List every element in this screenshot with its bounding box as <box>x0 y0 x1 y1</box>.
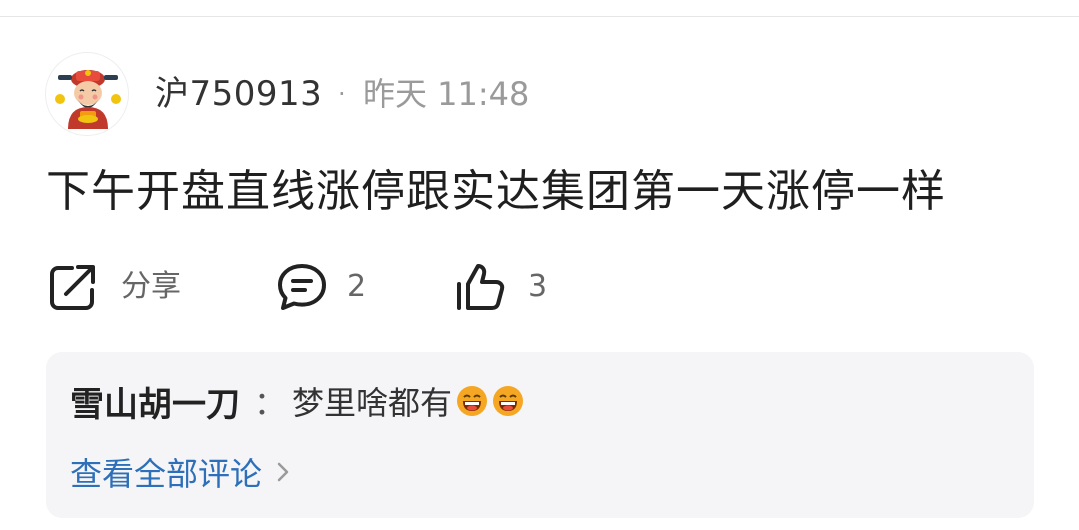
meta-separator: · <box>338 80 346 108</box>
view-all-comments-label: 查看全部评论 <box>70 455 263 493</box>
comment-button[interactable]: 2 <box>276 262 366 312</box>
comment-author[interactable]: 雪山胡一刀 <box>70 377 240 426</box>
share-label: 分享 <box>121 269 181 304</box>
share-button[interactable]: 分享 <box>48 262 181 312</box>
laughing-emoji-icon <box>457 386 488 416</box>
share-icon <box>50 265 95 310</box>
like-count: 3 <box>528 269 548 304</box>
username[interactable]: 沪750913 <box>155 72 322 116</box>
thumbs-up-icon <box>457 264 505 310</box>
comment-count: 2 <box>347 269 367 304</box>
top-divider <box>0 16 1079 17</box>
comment-item[interactable]: 雪山胡一刀 ： 梦里啥都有 <box>70 376 524 426</box>
laughing-emoji-icon <box>493 386 524 416</box>
post-content[interactable]: 下午开盘直线涨停跟实达集团第一天涨停一样 <box>46 164 946 220</box>
like-button[interactable]: 3 <box>454 262 547 312</box>
chevron-right-icon <box>277 462 289 482</box>
view-all-comments-link[interactable]: 查看全部评论 <box>70 448 290 496</box>
user-avatar[interactable] <box>45 52 129 136</box>
comments-preview: 雪山胡一刀 ： 梦里啥都有 查看全部评论 <box>46 352 1034 518</box>
comment-colon: ： <box>254 384 287 422</box>
post-card: 沪750913 · 昨天 11:48 下午开盘直线涨停跟实达集团第一天涨停一样 … <box>0 0 1079 530</box>
fortune-god-avatar-icon <box>55 70 121 129</box>
comment-text: 梦里啥都有 <box>292 384 453 422</box>
comment-bubble-icon <box>278 264 326 310</box>
post-timestamp: 昨天 11:48 <box>363 75 530 113</box>
